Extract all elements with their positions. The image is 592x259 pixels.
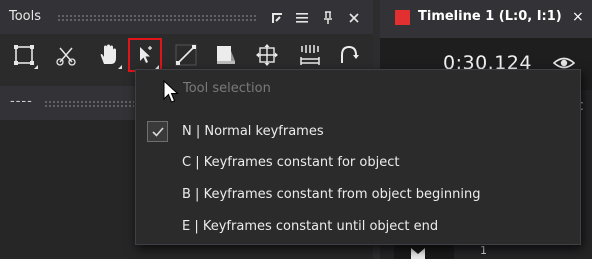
close-panel-button[interactable]	[344, 8, 364, 28]
menu-item-keyframes-constant-from-beginning[interactable]: B | Keyframes constant from object begin…	[137, 181, 579, 209]
tool-selection-menu: Tool selection N | Normal keyframes C | …	[135, 69, 581, 245]
move-arrows-icon	[256, 44, 278, 66]
keyframe-tool-icon	[140, 46, 152, 63]
menu-item-keyframes-constant-for-object[interactable]: C | Keyframes constant for object	[137, 149, 579, 177]
drag-grip[interactable]	[44, 100, 134, 107]
submenu-indicator	[118, 65, 122, 69]
menu-item-label: B | Keyframes constant from object begin…	[182, 187, 481, 202]
menu-item-keyframes-constant-until-end[interactable]: E | Keyframes constant until object end	[137, 213, 579, 241]
pin-corner-icon	[272, 13, 282, 23]
cut-tool-button[interactable]	[50, 39, 82, 71]
shape-tool-button[interactable]	[210, 39, 242, 71]
keyframe-tool-button[interactable]	[128, 38, 162, 72]
timeline-tab[interactable]: Timeline 1 (L:0, I:1) ×	[380, 0, 592, 38]
menu-header: Tool selection	[183, 81, 271, 96]
menu-item-label: N | Normal keyframes	[182, 124, 324, 139]
hand-pan-icon	[100, 44, 116, 64]
shape-fill-icon	[217, 46, 235, 64]
hamburger-icon	[296, 13, 308, 23]
eye-icon[interactable]	[553, 56, 575, 70]
menu-item-label: E | Keyframes constant until object end	[182, 219, 439, 234]
frame-tool-button[interactable]	[294, 39, 326, 71]
mouse-cursor-icon	[163, 80, 179, 103]
menu-button[interactable]	[292, 8, 312, 28]
scissors-icon	[56, 47, 76, 66]
tools-titlebar: Tools	[0, 0, 373, 34]
line-tool-button[interactable]	[170, 39, 202, 71]
rotate-curve-icon	[341, 45, 359, 63]
move-tool-button[interactable]	[251, 39, 283, 71]
selection-rectangle-icon	[14, 45, 34, 65]
rotate-tool-button[interactable]	[333, 39, 365, 71]
close-icon	[349, 13, 359, 23]
timeline-close-button[interactable]: ×	[572, 9, 584, 25]
subpanel-label: ----	[10, 94, 33, 109]
menu-item-label: C | Keyframes constant for object	[182, 155, 400, 170]
pin-window-button[interactable]	[267, 8, 287, 28]
timeline-title: Timeline 1 (L:0, I:1)	[418, 9, 562, 24]
selection-tool-button[interactable]	[8, 39, 40, 71]
frame-adjust-icon	[300, 45, 320, 65]
drag-grip[interactable]	[57, 14, 258, 21]
checkmark-icon	[147, 121, 168, 142]
pushpin-icon	[324, 11, 332, 24]
timeline-track-number: 1	[480, 244, 487, 257]
line-draw-icon	[175, 44, 197, 66]
dock-pin-button[interactable]	[318, 8, 338, 28]
menu-item-normal-keyframes[interactable]: N | Normal keyframes	[137, 118, 579, 146]
submenu-indicator	[34, 65, 38, 69]
tools-panel-title: Tools	[9, 9, 42, 24]
hand-tool-button[interactable]	[92, 39, 124, 71]
timeline-color-swatch	[395, 10, 410, 25]
